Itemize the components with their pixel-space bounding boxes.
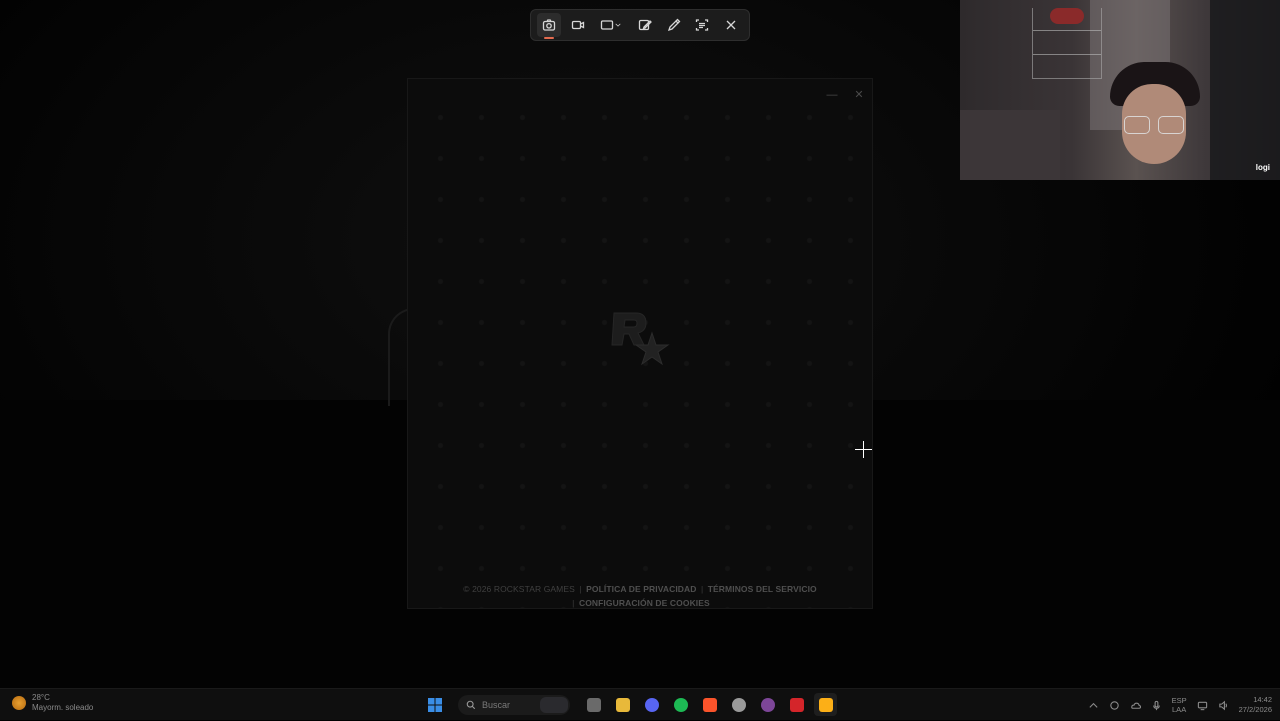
copyright-text: © 2026 ROCKSTAR GAMES xyxy=(463,584,575,594)
weather-text: 28°C Mayorm. soleado xyxy=(32,693,93,713)
brave-icon xyxy=(702,697,717,712)
folder-icon xyxy=(615,697,630,712)
close-icon xyxy=(726,20,736,30)
sun-icon xyxy=(12,696,26,710)
text-scan-icon xyxy=(695,19,709,31)
windows-icon xyxy=(427,697,442,712)
webcam-bed xyxy=(960,110,1060,180)
task-view-icon xyxy=(586,697,601,712)
chevron-down-icon xyxy=(615,23,621,27)
chrome-icon xyxy=(731,697,746,712)
footer-separator: | xyxy=(572,598,575,608)
tor-icon xyxy=(760,697,775,712)
onedrive-icon[interactable] xyxy=(1130,700,1141,711)
system-tray: ESP LAA 14:42 27/2/2026 xyxy=(1088,689,1272,721)
edit-image-icon xyxy=(638,19,652,31)
microphone-icon[interactable] xyxy=(1151,700,1162,711)
text-extractor-button[interactable] xyxy=(690,13,714,37)
eyedropper-icon xyxy=(667,18,680,32)
rockstar-launcher-window: — ✕ © 2026 ROCKSTAR GAMES | POLÍTICA DE … xyxy=(407,78,873,609)
crosshair-cursor xyxy=(855,441,872,458)
rockstar-icon xyxy=(818,697,833,712)
minimize-button[interactable]: — xyxy=(824,87,840,103)
launcher-footer-line2: | CONFIGURACIÓN DE COOKIES xyxy=(408,598,872,608)
taskbar-app-discord[interactable] xyxy=(640,693,663,716)
start-button[interactable] xyxy=(423,693,446,716)
camera-icon xyxy=(543,19,556,31)
rectangle-mode-dropdown[interactable] xyxy=(594,13,628,37)
taskbar-search[interactable] xyxy=(458,694,570,715)
rectangle-select-icon xyxy=(601,20,614,30)
weather-widget[interactable]: 28°C Mayorm. soleado xyxy=(12,693,93,713)
launcher-footer-line1: © 2026 ROCKSTAR GAMES | POLÍTICA DE PRIV… xyxy=(408,584,872,594)
color-picker-button[interactable] xyxy=(662,13,686,37)
taskbar-app-spotify[interactable] xyxy=(669,693,692,716)
webcam-person xyxy=(1110,62,1200,180)
volume-icon[interactable] xyxy=(1218,700,1229,711)
taskbar-app-tor[interactable] xyxy=(756,693,779,716)
language-code: ESP xyxy=(1171,696,1187,705)
taskbar: 28°C Mayorm. soleado ESP xyxy=(0,688,1280,720)
discord-icon xyxy=(644,697,659,712)
rockstar-logo-icon xyxy=(611,312,670,366)
webcam-brand-logo: logi xyxy=(1255,163,1270,172)
search-highlight-icon xyxy=(540,696,568,713)
webcam-clothes xyxy=(1210,0,1280,180)
acrobat-icon xyxy=(789,697,804,712)
privacy-policy-link[interactable]: POLÍTICA DE PRIVACIDAD xyxy=(586,584,696,594)
tray-app-icon[interactable] xyxy=(1109,700,1120,711)
taskbar-center xyxy=(423,693,837,716)
webcam-overlay: logi xyxy=(960,0,1280,180)
clock-time: 14:42 xyxy=(1253,695,1272,704)
taskbar-app-brave[interactable] xyxy=(698,693,721,716)
close-snip-button[interactable] xyxy=(719,13,743,37)
webcam-glasses xyxy=(1124,116,1184,134)
footer-separator: | xyxy=(579,584,582,594)
search-icon xyxy=(466,700,476,709)
terms-of-service-link[interactable]: TÉRMINOS DEL SERVICIO xyxy=(708,584,817,594)
close-window-button[interactable]: ✕ xyxy=(851,87,867,103)
network-icon[interactable] xyxy=(1197,700,1208,711)
taskbar-app-rockstar[interactable] xyxy=(814,693,837,716)
video-camera-icon xyxy=(571,20,584,30)
taskbar-app-chrome[interactable] xyxy=(727,693,750,716)
footer-separator: | xyxy=(700,584,704,594)
video-mode-button[interactable] xyxy=(566,13,590,37)
taskbar-app-task-view[interactable] xyxy=(582,693,605,716)
clock-date: 27/2/2026 xyxy=(1238,705,1272,714)
weather-desc: Mayorm. soleado xyxy=(32,703,94,712)
webcam-plush xyxy=(1050,8,1084,24)
weather-temp: 28°C xyxy=(32,693,50,702)
taskbar-app-file-explorer[interactable] xyxy=(611,693,634,716)
cookie-settings-link[interactable]: CONFIGURACIÓN DE COOKIES xyxy=(579,598,710,608)
clock[interactable]: 14:42 27/2/2026 xyxy=(1239,695,1272,715)
edit-button[interactable] xyxy=(633,13,657,37)
snipping-toolbar xyxy=(530,9,750,41)
taskbar-app-acrobat[interactable] xyxy=(785,693,808,716)
keyboard-layout: LAA xyxy=(1172,705,1187,714)
screenshot-mode-button[interactable] xyxy=(537,13,562,39)
chevron-up-icon[interactable] xyxy=(1088,700,1099,711)
spotify-icon xyxy=(673,697,688,712)
input-language[interactable]: ESP LAA xyxy=(1172,696,1187,714)
